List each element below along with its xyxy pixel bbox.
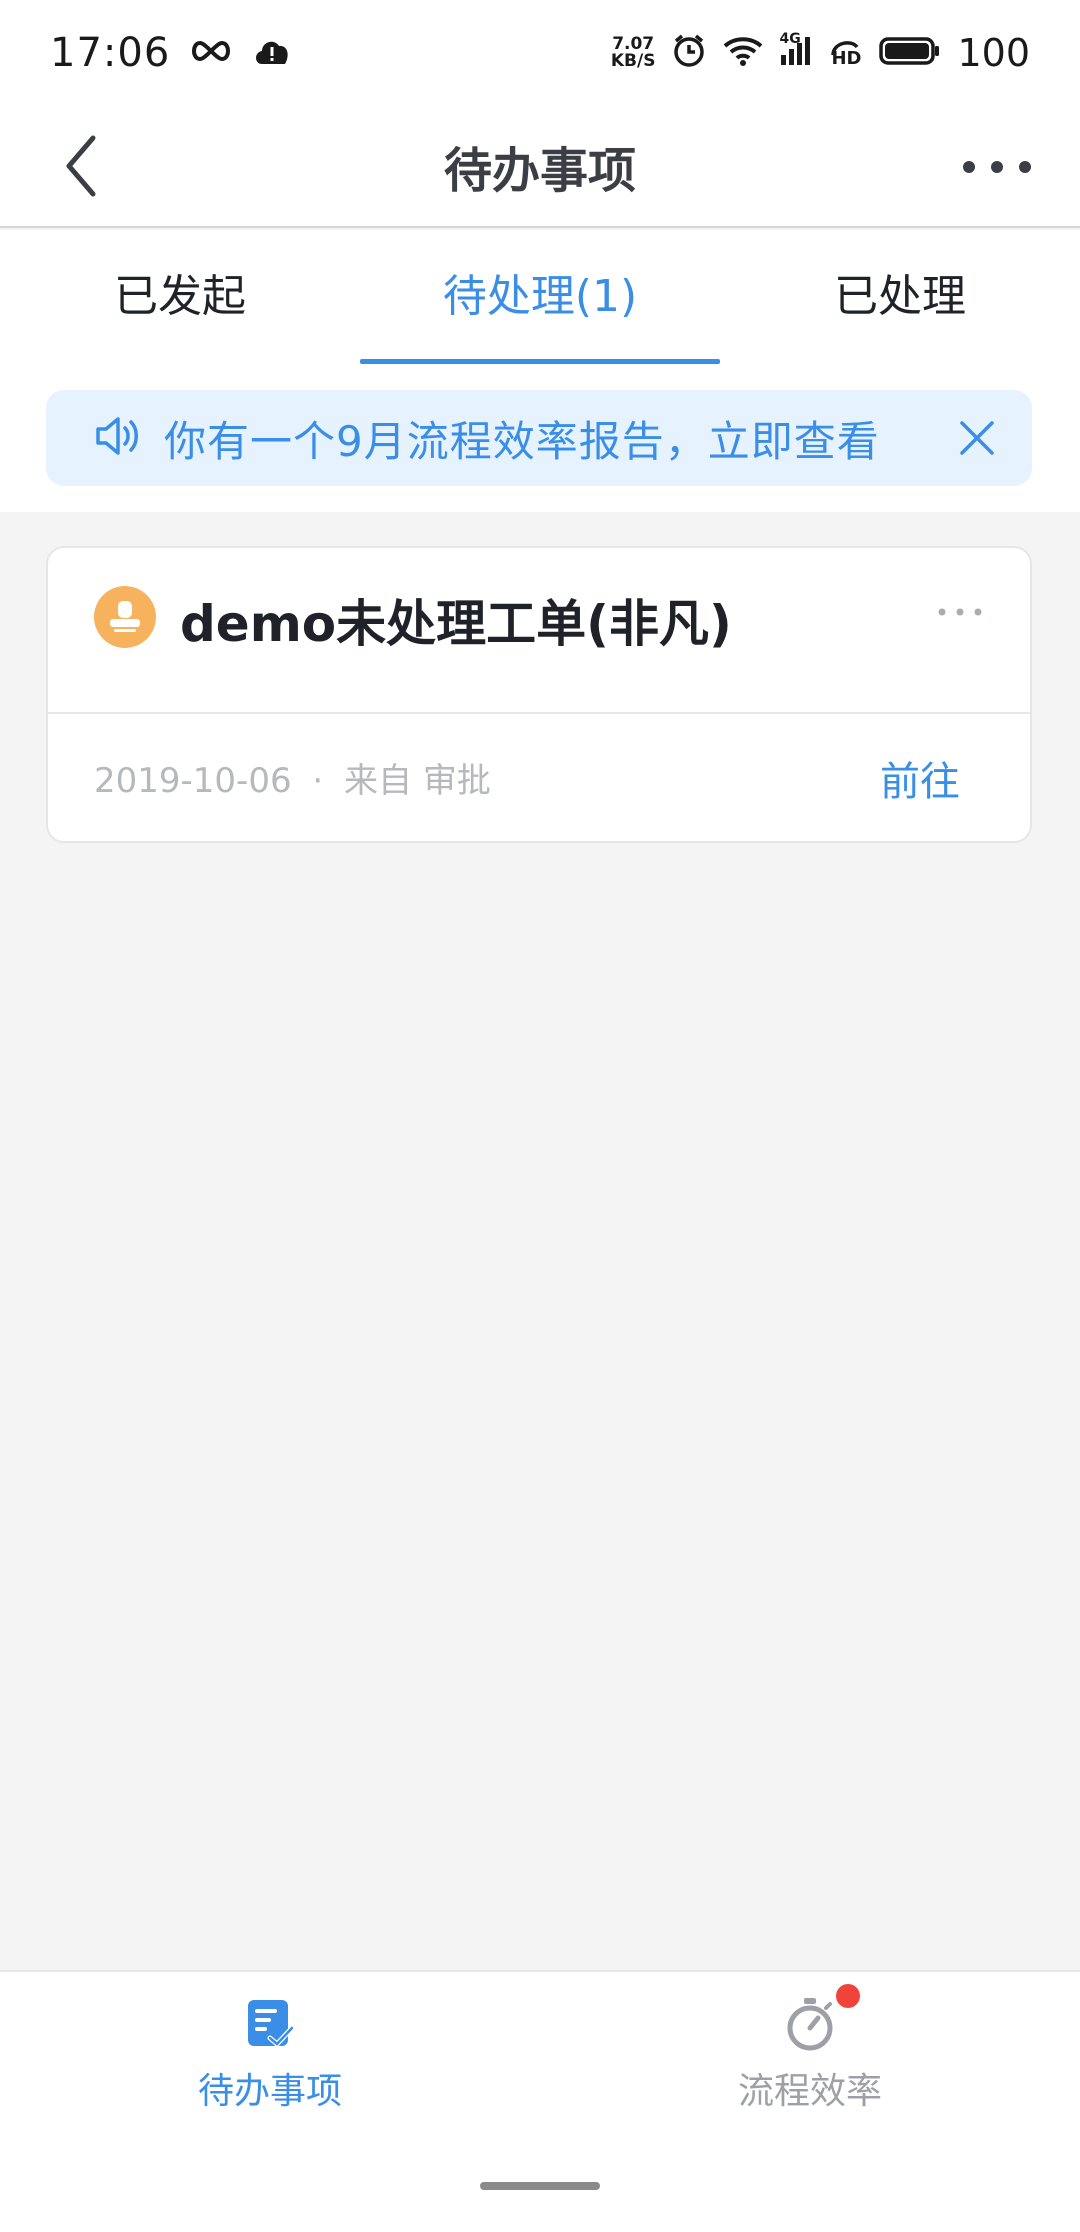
close-banner-button[interactable] — [952, 413, 1002, 463]
network-speed: 7.07 KB/S — [611, 36, 656, 70]
task-source: 来自 审批 — [344, 761, 491, 801]
bottom-tab-todo[interactable]: 待办事项 — [0, 1972, 540, 2134]
network-type-label: 4G — [779, 31, 801, 47]
notice-section: 你有一个9月流程效率报告，立即查看 — [0, 366, 1080, 512]
page-title: 待办事项 — [443, 143, 636, 199]
stamp-icon — [110, 601, 140, 632]
battery-icon — [879, 36, 941, 70]
tab-processed[interactable]: 已处理 — [720, 230, 1080, 366]
task-card-footer: 2019-10-06 · 来自 审批 前往 — [48, 714, 1030, 841]
speaker-icon — [94, 414, 142, 462]
signal-icon: 4G — [779, 31, 813, 71]
task-date: 2019-10-06 — [94, 761, 292, 801]
go-to-button[interactable]: 前往 — [880, 749, 960, 807]
bottom-tab-label: 流程效率 — [737, 2071, 882, 2112]
status-bar-right: 7.07 KB/S 4G HD 100 — [611, 31, 1030, 75]
network-speed-unit: KB/S — [610, 51, 656, 71]
tab-pending[interactable]: 待处理(1) — [360, 230, 720, 366]
app-screen: 17:06 7.07 KB/S 4G HD 100 待办事项 已发起 待处理(1… — [0, 0, 1080, 2232]
more-dots-icon — [938, 608, 982, 616]
clock: 17:06 — [50, 30, 171, 76]
todo-doc-icon — [238, 1992, 302, 2056]
infinity-icon — [188, 39, 234, 67]
stopwatch-icon — [778, 1984, 860, 2056]
avatar — [94, 586, 156, 648]
more-options-button[interactable] — [952, 140, 1042, 194]
wifi-icon — [723, 35, 763, 71]
status-bar-left: 17:06 — [50, 30, 292, 76]
task-more-button[interactable] — [930, 600, 990, 624]
alarm-icon — [671, 33, 707, 73]
hd-voice-icon: HD — [829, 37, 863, 69]
report-notice-banner[interactable]: 你有一个9月流程效率报告，立即查看 — [46, 390, 1032, 486]
task-title: demo未处理工单(非凡) — [180, 595, 732, 653]
meta-separator: · — [312, 761, 324, 801]
notice-text: 你有一个9月流程效率报告，立即查看 — [164, 416, 880, 466]
navigation-bar: 待办事项 — [0, 106, 1080, 228]
gesture-area — [0, 2134, 1080, 2232]
tab-bar: 已发起 待处理(1) 已处理 — [0, 230, 1080, 366]
status-bar: 17:06 7.07 KB/S 4G HD 100 — [0, 0, 1080, 106]
bottom-tab-label: 待办事项 — [197, 2071, 342, 2112]
close-icon — [960, 421, 994, 455]
more-dots-icon — [963, 161, 1031, 173]
task-card-header: demo未处理工单(非凡) — [48, 548, 1030, 714]
bottom-tab-efficiency[interactable]: 流程效率 — [540, 1972, 1080, 2134]
hd-label: HD — [831, 48, 862, 69]
task-meta: 2019-10-06 · 来自 审批 — [94, 753, 491, 802]
task-card[interactable]: demo未处理工单(非凡) 2019-10-06 · 来自 审批 前往 — [46, 546, 1032, 843]
tab-initiated[interactable]: 已发起 — [0, 230, 360, 366]
battery-level: 100 — [957, 31, 1030, 75]
cloud-alert-icon — [252, 36, 292, 70]
home-indicator[interactable] — [480, 2182, 600, 2190]
notification-badge — [836, 1984, 860, 2008]
bottom-tab-bar: 待办事项 流程效率 — [0, 1970, 1080, 2134]
